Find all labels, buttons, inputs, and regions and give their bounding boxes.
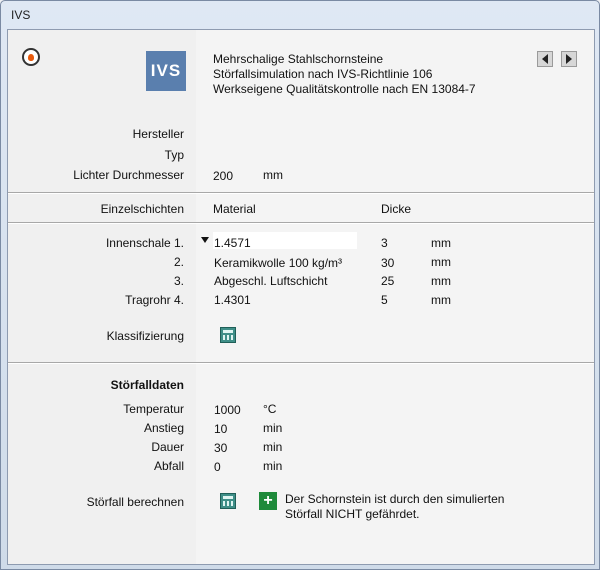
layer-unit-4: mm <box>431 293 451 307</box>
header-line-3: Werkseigene Qualitätskontrolle nach EN 1… <box>213 82 476 96</box>
title-bar: IVS <box>1 1 599 29</box>
result-line-2: Störfall NICHT gefährdet. <box>285 507 420 521</box>
layer-label-3: 3. <box>173 274 184 288</box>
nav-prev-button[interactable] <box>537 51 553 67</box>
material-header: Material <box>213 202 256 216</box>
value-column <box>196 30 594 564</box>
calculator-icon[interactable] <box>220 327 236 343</box>
layer-material-1[interactable]: 1.4571 <box>214 236 251 250</box>
layer-label-1: Innenschale 1. <box>105 236 184 250</box>
hersteller-label: Hersteller <box>132 127 184 141</box>
layer-dicke-4[interactable]: 5 <box>381 293 388 307</box>
layer-dicke-3[interactable]: 25 <box>381 274 394 288</box>
anstieg-unit: min <box>263 421 283 435</box>
ivs-window: IVS IVS Mehrschalige Stahlschornsteine S… <box>0 0 600 570</box>
temperatur-unit: °C <box>263 402 277 416</box>
einzelschichten-label: Einzelschichten <box>100 202 184 216</box>
typ-label: Typ <box>164 148 184 162</box>
layer-dicke-1[interactable]: 3 <box>381 236 388 250</box>
klassifizierung-label: Klassifizierung <box>106 329 184 343</box>
abfall-label: Abfall <box>153 459 184 473</box>
anstieg-value[interactable]: 10 <box>214 422 227 436</box>
temperatur-label: Temperatur <box>123 402 184 416</box>
berechnen-label: Störfall berechnen <box>86 495 184 509</box>
layer-dicke-2[interactable]: 30 <box>381 256 394 270</box>
layer-material-2[interactable]: Keramikwolle 100 kg/m³ <box>214 256 342 270</box>
calculator-icon[interactable] <box>220 493 236 509</box>
abfall-value[interactable]: 0 <box>214 460 221 474</box>
layer-label-2: 2. <box>173 255 184 269</box>
layer-unit-2: mm <box>431 255 451 269</box>
durchmesser-unit: mm <box>263 168 283 182</box>
divider <box>8 193 594 194</box>
nav-prev-icon <box>542 54 548 64</box>
header-line-2: Störfallsimulation nach IVS-Richtlinie 1… <box>213 67 433 81</box>
result-line-1: Der Schornstein ist durch den simulierte… <box>285 492 505 506</box>
fire-icon[interactable] <box>22 48 40 66</box>
durchmesser-value[interactable]: 200 <box>213 169 233 183</box>
result-text: Der Schornstein ist durch den simulierte… <box>285 492 504 522</box>
layer-unit-1: mm <box>431 236 451 250</box>
layer-unit-3: mm <box>431 274 451 288</box>
durchmesser-label: Lichter Durchmesser <box>73 168 184 182</box>
anstieg-label: Anstieg <box>143 421 184 435</box>
layer-label-4: Tragrohr 4. <box>125 293 184 307</box>
temperatur-value[interactable]: 1000 <box>214 403 241 417</box>
ivs-logo: IVS <box>146 51 186 91</box>
header-line-1: Mehrschalige Stahlschornsteine <box>213 52 384 66</box>
dicke-header: Dicke <box>381 202 412 216</box>
abfall-unit: min <box>263 459 283 473</box>
plus-icon: + <box>259 492 277 510</box>
main-panel: IVS Mehrschalige Stahlschornsteine Störf… <box>7 29 595 565</box>
nav-next-button[interactable] <box>561 51 577 67</box>
header-text: Mehrschalige Stahlschornsteine Störfalls… <box>213 52 476 97</box>
dauer-value[interactable]: 30 <box>214 441 227 455</box>
divider <box>8 223 594 224</box>
divider <box>8 363 594 364</box>
dropdown-icon[interactable] <box>201 237 209 243</box>
logo-text: IVS <box>150 61 182 80</box>
nav-next-icon <box>566 54 572 64</box>
stoerfalldaten-label: Störfalldaten <box>110 378 184 392</box>
dauer-label: Dauer <box>151 440 184 454</box>
layer-material-3[interactable]: Abgeschl. Luftschicht <box>214 274 327 288</box>
window-title: IVS <box>11 8 31 22</box>
dauer-unit: min <box>263 440 283 454</box>
layer-material-4[interactable]: 1.4301 <box>214 293 251 307</box>
